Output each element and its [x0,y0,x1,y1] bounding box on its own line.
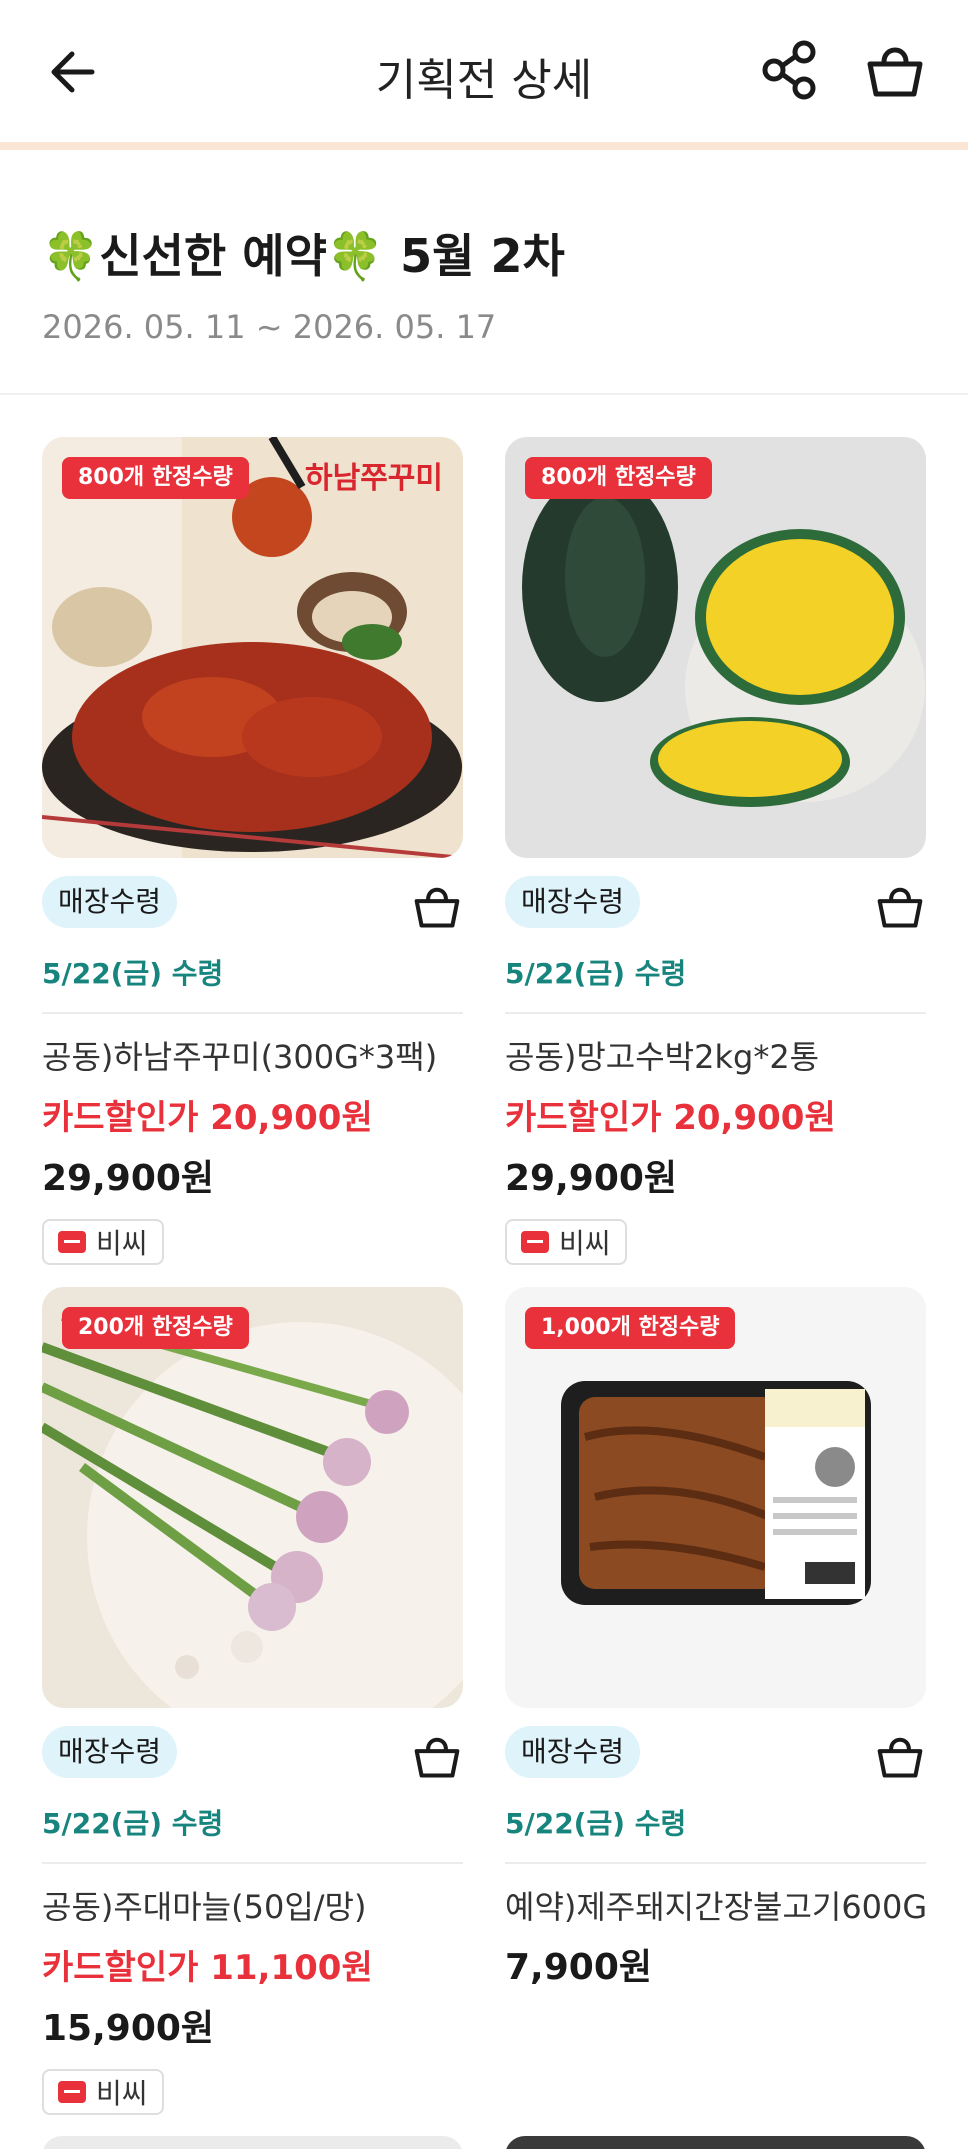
pickup-method-chip: 매장수령 [505,876,641,928]
credit-card-icon [58,2081,86,2103]
next-product-image-peek [42,2136,463,2149]
card-discount-price: 카드할인가 20,900원 [42,1098,373,1138]
event-date-range: 2026. 05. 11 ~ 2026. 05. 17 [42,308,497,346]
card-brand-label: 비씨 [559,1227,611,1260]
add-to-cart-icon[interactable] [874,1730,926,1782]
card-brand-label: 비씨 [96,1227,148,1260]
product-card[interactable]: 200개 한정수량 매장수령 5/22(금) 수령 공동)주대마늘(50입/망)… [42,1287,463,2115]
product-image[interactable]: 200개 한정수량 [42,1287,463,1708]
pickup-method-chip: 매장수령 [42,1726,178,1778]
regular-price: 7,900원 [505,1947,652,1988]
product-image[interactable]: 800개 한정수량 [505,437,926,858]
pickup-date: 5/22(금) 수령 [505,957,687,990]
card-divider [42,1862,463,1864]
section-divider [0,393,968,395]
limited-quantity-badge: 800개 한정수량 [525,457,712,499]
card-discount-price: 카드할인가 20,900원 [505,1098,836,1138]
share-icon[interactable] [760,38,820,102]
add-to-cart-icon[interactable] [411,1730,463,1782]
add-to-cart-icon[interactable] [411,880,463,932]
product-name[interactable]: 예약)제주돼지간장불고기600G [505,1882,927,1928]
product-name[interactable]: 공동)주대마늘(50입/망) [42,1882,463,1928]
pickup-method-chip: 매장수령 [42,876,178,928]
watermelon-image [505,437,926,858]
event-header: 🍀신선한 예약🍀 5월 2차 2026. 05. 11 ~ 2026. 05. … [0,150,968,394]
next-product-image-peek [505,2136,926,2149]
product-card[interactable]: 800개 한정수량 매장수령 5/22(금) 수령 공동)망고수박2kg*2통 … [505,437,926,1265]
card-divider [505,1862,926,1864]
page-title: 기획전 상세 [375,55,593,106]
regular-price: 15,900원 [42,2008,215,2049]
app-header: 기획전 상세 [0,0,968,142]
regular-price: 29,900원 [505,1158,678,1199]
card-divider [42,1012,463,1014]
bulgogi-package-image [505,1287,926,1708]
product-name[interactable]: 공동)망고수박2kg*2통 [505,1032,926,1078]
limited-quantity-badge: 1,000개 한정수량 [525,1307,736,1349]
product-name[interactable]: 공동)하남주꾸미(300G*3팩) [42,1032,463,1078]
pickup-date: 5/22(금) 수령 [42,1807,224,1840]
garlic-image [42,1287,463,1708]
product-image[interactable]: 800개 한정수량 하남쭈꾸미 [42,437,463,858]
header-divider [0,142,968,150]
product-image[interactable]: 1,000개 한정수량 [505,1287,926,1708]
product-card[interactable]: 800개 한정수량 하남쭈꾸미 매장수령 5/22(금) 수령 공동)하남주꾸미… [42,437,463,1265]
card-brand-tag: 비씨 [42,1219,164,1265]
card-discount-price: 카드할인가 11,100원 [42,1948,373,1988]
pickup-method-chip: 매장수령 [505,1726,641,1778]
event-title: 🍀신선한 예약🍀 5월 2차 [42,229,565,283]
product-card[interactable]: 1,000개 한정수량 매장수령 5/22(금) 수령 예약)제주돼지간장불고기… [505,1287,927,1990]
brand-logo: 하남쭈꾸미 [305,461,443,496]
add-to-cart-icon[interactable] [874,880,926,932]
card-brand-label: 비씨 [96,2077,148,2110]
card-brand-tag: 비씨 [505,1219,627,1265]
credit-card-icon [58,1231,86,1253]
regular-price: 29,900원 [42,1158,215,1199]
pickup-date: 5/22(금) 수령 [42,957,224,990]
limited-quantity-badge: 200개 한정수량 [62,1307,249,1349]
credit-card-icon [521,1231,549,1253]
card-brand-tag: 비씨 [42,2069,164,2115]
limited-quantity-badge: 800개 한정수량 [62,457,249,499]
shopping-basket-icon[interactable] [864,38,926,102]
card-divider [505,1012,926,1014]
octopus-food-image [42,437,463,858]
pickup-date: 5/22(금) 수령 [505,1807,687,1840]
